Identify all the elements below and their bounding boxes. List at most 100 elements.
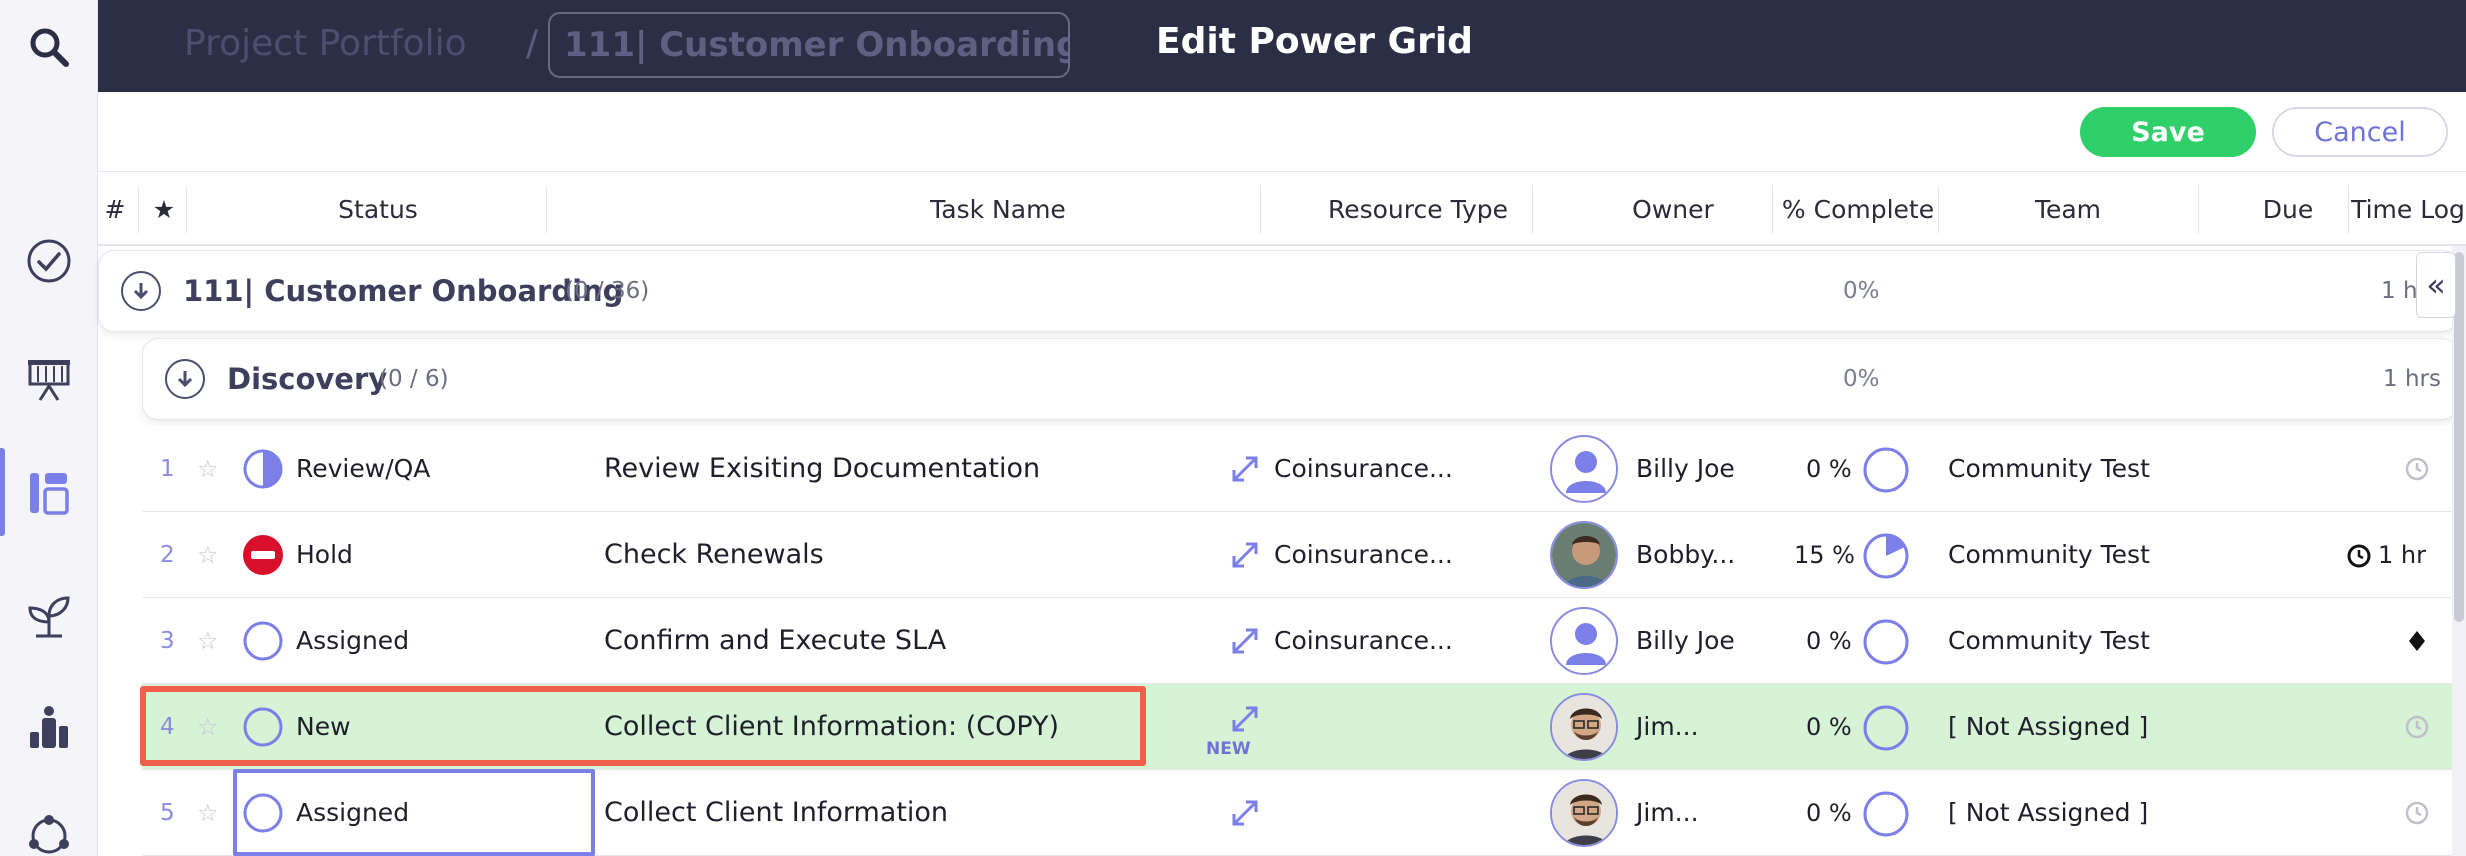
milestone-diamond-icon[interactable]: [2404, 628, 2430, 654]
status-label: Assigned: [296, 626, 410, 655]
user-photo-icon: [1552, 523, 1616, 587]
clock-icon[interactable]: [2404, 800, 2430, 826]
plant-icon[interactable]: [22, 588, 76, 642]
clock-icon[interactable]: [2404, 714, 2430, 740]
phase-group-count: (0 / 6): [379, 366, 449, 392]
owner-name: Bobby...: [1636, 540, 1736, 569]
new-badge: NEW: [1206, 739, 1251, 759]
column-header-status[interactable]: Status: [278, 174, 478, 246]
review-status-icon[interactable]: [242, 448, 284, 490]
task-row[interactable]: 1 ☆ Review/QA Review Exisiting Documenta…: [142, 426, 2466, 512]
expand-arrows-icon[interactable]: [1230, 798, 1260, 828]
assigned-status-icon[interactable]: [242, 620, 284, 662]
task-name[interactable]: Check Renewals: [604, 512, 824, 598]
network-icon[interactable]: [22, 806, 76, 856]
column-header-num[interactable]: #: [104, 174, 126, 246]
avatar[interactable]: [1550, 693, 1618, 761]
progress-pie-icon: [1863, 619, 1909, 665]
column-header-time-log[interactable]: Time Log: [2348, 174, 2466, 246]
status-label: Hold: [296, 540, 353, 569]
pct-complete: 0 %: [1806, 627, 1852, 655]
save-button[interactable]: Save: [2080, 107, 2256, 157]
expand-arrows-icon[interactable]: [1230, 704, 1260, 734]
owner-name: Jim...: [1636, 798, 1699, 827]
resource-type: Coinsurance...: [1274, 454, 1453, 483]
owner-name: Billy Joe: [1636, 454, 1735, 483]
user-placeholder-icon: [1566, 451, 1606, 493]
team-name: Community Test: [1948, 454, 2150, 483]
team-name: Community Test: [1948, 540, 2150, 569]
project-group-title: 111| Customer Onboarding: [183, 274, 624, 308]
clock-icon[interactable]: [2404, 456, 2430, 482]
avatar[interactable]: [1550, 607, 1618, 675]
avatar[interactable]: [1550, 521, 1618, 589]
favorite-star-icon[interactable]: ☆: [197, 512, 219, 598]
action-toolbar: Save Cancel: [98, 92, 2466, 172]
team-name: Community Test: [1948, 626, 2150, 655]
column-header-favorite[interactable]: ★: [144, 174, 184, 246]
project-group-hours: 1 h: [2381, 278, 2418, 304]
column-header-team[interactable]: Team: [2018, 174, 2118, 246]
project-group-row[interactable]: 111| Customer Onboarding (0 / 36) 0% 1 h: [98, 250, 2458, 332]
chart-people-icon[interactable]: [22, 700, 76, 754]
collapse-panel-icon[interactable]: «: [2416, 252, 2456, 318]
task-name[interactable]: Collect Client Information: [604, 770, 948, 856]
phase-group-row[interactable]: Discovery (0 / 6) 0% 1 hrs: [142, 338, 2458, 420]
breadcrumb-current-project[interactable]: 111| Customer Onboarding: [548, 12, 1070, 78]
time-log-value: 1 hr: [2378, 541, 2426, 569]
owner-name: Jim...: [1636, 712, 1699, 741]
expand-arrows-icon[interactable]: [1230, 540, 1260, 570]
task-row[interactable]: 2 ☆ Hold Check Renewals Coinsurance... B…: [142, 512, 2466, 598]
presentation-icon[interactable]: [22, 352, 76, 406]
status-label: Review/QA: [296, 454, 431, 483]
progress-pie-icon: [1863, 791, 1909, 837]
resource-type: Coinsurance...: [1274, 540, 1453, 569]
column-header-owner[interactable]: Owner: [1618, 174, 1728, 246]
breadcrumb-separator: /: [526, 23, 539, 64]
progress-pie-icon: [1863, 705, 1909, 751]
phase-group-pct: 0%: [1843, 366, 1880, 392]
task-row[interactable]: 3 ☆ Assigned Confirm and Execute SLA Coi…: [142, 598, 2466, 684]
hold-status-icon[interactable]: [242, 534, 284, 576]
check-circle-icon[interactable]: [22, 234, 76, 288]
layout-icon[interactable]: [22, 466, 76, 520]
breadcrumb-root-link[interactable]: Project Portfolio: [184, 18, 467, 70]
pct-complete: 15 %: [1794, 541, 1855, 569]
user-photo-icon: [1552, 695, 1616, 759]
avatar[interactable]: [1550, 435, 1618, 503]
user-placeholder-icon: [1566, 623, 1606, 665]
search-icon[interactable]: [22, 20, 76, 74]
project-group-count: (0 / 36): [565, 278, 650, 304]
collapse-group-icon[interactable]: [121, 271, 161, 311]
row-number: 5: [160, 800, 175, 826]
resource-type: Coinsurance...: [1274, 626, 1453, 655]
favorite-star-icon[interactable]: ☆: [197, 426, 219, 512]
phase-group-hours: 1 hrs: [2383, 366, 2441, 392]
pct-complete: 0 %: [1806, 455, 1852, 483]
column-header-pct-complete[interactable]: % Complete: [1778, 174, 1938, 246]
expand-arrows-icon[interactable]: [1230, 454, 1260, 484]
cancel-button[interactable]: Cancel: [2272, 107, 2448, 157]
column-header-due[interactable]: Due: [2248, 174, 2328, 246]
left-sidebar: [0, 0, 98, 856]
stopwatch-icon[interactable]: [2346, 542, 2372, 568]
avatar[interactable]: [1550, 779, 1618, 847]
column-header-task-name[interactable]: Task Name: [798, 174, 1198, 246]
expand-arrows-icon[interactable]: [1230, 626, 1260, 656]
team-name: [ Not Assigned ]: [1948, 712, 2149, 741]
pct-complete: 0 %: [1806, 713, 1852, 741]
row-number: 3: [160, 628, 175, 654]
project-group-pct: 0%: [1843, 278, 1880, 304]
column-header-resource-type[interactable]: Resource Type: [1298, 174, 1538, 246]
progress-pie-icon: [1863, 533, 1909, 579]
selected-row-outline: [140, 686, 1146, 766]
task-name[interactable]: Review Exisiting Documentation: [604, 426, 1040, 512]
collapse-phase-icon[interactable]: [165, 359, 205, 399]
row-number: 1: [160, 456, 175, 482]
favorite-star-icon[interactable]: ☆: [197, 598, 219, 684]
owner-name: Billy Joe: [1636, 626, 1735, 655]
favorite-star-icon[interactable]: ☆: [197, 770, 219, 856]
task-name[interactable]: Confirm and Execute SLA: [604, 598, 946, 684]
active-cell-outline[interactable]: [233, 769, 595, 856]
row-number: 2: [160, 542, 175, 568]
